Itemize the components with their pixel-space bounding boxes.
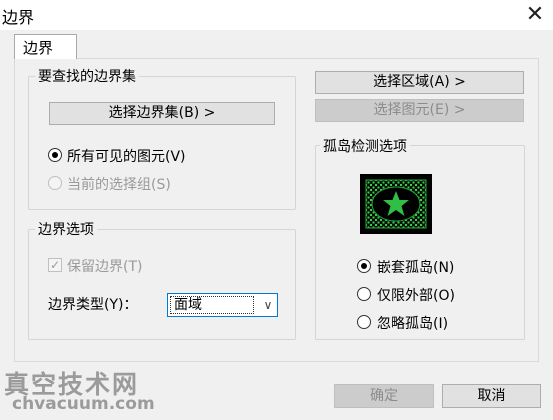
tab-boundary[interactable]: 边界 (14, 34, 77, 59)
chevron-down-icon[interactable]: ∨ (260, 296, 276, 314)
cancel-button[interactable]: 取消 (442, 384, 541, 408)
island-preview-image (360, 174, 432, 234)
radio-outer-only-label: 仅限外部(O) (377, 288, 455, 304)
window-title: 边界 (2, 8, 35, 27)
select-boundary-set-button[interactable]: 选择边界集(B) > (49, 102, 275, 125)
boundary-options-legend: 边界选项 (35, 219, 97, 239)
boundary-type-label: 边界类型(Y)： (48, 297, 138, 313)
boundary-type-value: 面域 (170, 296, 254, 314)
radio-current-selection-label: 当前的选择组(S) (67, 177, 171, 193)
keep-boundary-checkbox[interactable]: ✓ (48, 258, 62, 272)
radio-nested-islands[interactable] (357, 259, 371, 273)
ok-button[interactable]: 确定 (334, 384, 434, 408)
radio-nested-islands-label: 嵌套孤岛(N) (377, 260, 455, 276)
island-detection-legend: 孤岛检测选项 (320, 136, 410, 156)
title-bar (0, 0, 553, 30)
close-icon[interactable]: ✕ (521, 2, 549, 28)
radio-ignore-islands[interactable] (357, 315, 371, 329)
boundary-type-select[interactable]: 面域 ∨ (167, 293, 278, 317)
select-element-button[interactable]: 选择图元(E) > (315, 99, 524, 122)
boundary-set-legend: 要查找的边界集 (35, 66, 139, 86)
radio-current-selection[interactable] (48, 176, 62, 190)
keep-boundary-label: 保留边界(T) (67, 259, 143, 275)
radio-outer-only[interactable] (357, 287, 371, 301)
watermark-url: chvacuum.com (12, 394, 155, 414)
radio-all-visible-label: 所有可见的图元(V) (67, 149, 186, 165)
radio-ignore-islands-label: 忽略孤岛(I) (377, 316, 449, 332)
radio-all-visible[interactable] (48, 148, 62, 162)
select-area-button[interactable]: 选择区域(A) > (315, 71, 524, 94)
boundary-options-group (28, 229, 296, 340)
